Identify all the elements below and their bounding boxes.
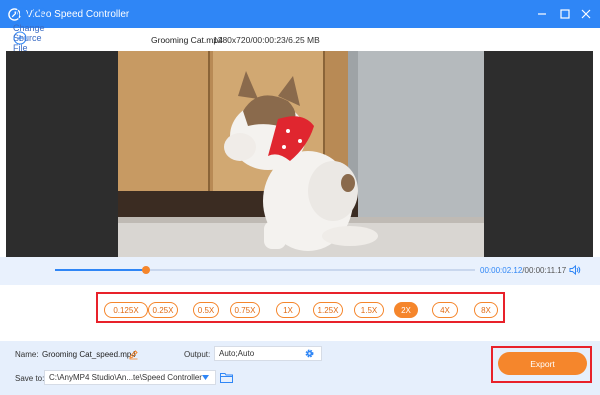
save-to-label: Save to:	[15, 374, 45, 383]
edit-pencil-icon[interactable]	[128, 349, 139, 360]
file-meta: 1280x720/00:00:23/6.25 MB	[213, 35, 320, 45]
video-frame	[118, 51, 484, 257]
chevron-down-icon	[201, 375, 209, 380]
title-bar: Video Speed Controller	[0, 0, 600, 28]
stop-button[interactable]	[33, 7, 46, 20]
speed-option-4x[interactable]: 4X	[432, 302, 458, 318]
speed-option-2x[interactable]: 2X	[394, 302, 418, 318]
close-button[interactable]	[578, 6, 594, 22]
progress-thumb[interactable]	[142, 266, 150, 274]
save-path-field[interactable]: C:\AnyMP4 Studio\An...te\Speed Controlle…	[44, 370, 216, 385]
minimize-icon	[538, 13, 546, 15]
speed-option-0-25x[interactable]: 0.25X	[148, 302, 178, 318]
folder-icon[interactable]	[220, 372, 233, 383]
speed-option-1x[interactable]: 1X	[276, 302, 300, 318]
pause-icon	[20, 11, 25, 16]
output-label: Output:	[184, 350, 211, 359]
speed-option-0-125x[interactable]: 0.125X	[104, 302, 148, 318]
total-time: /00:00:11.17	[522, 266, 567, 275]
speed-option-8x[interactable]: 8X	[474, 302, 498, 318]
output-name-value: Grooming Cat_speed.mp4	[42, 350, 136, 359]
export-button[interactable]: Export	[498, 352, 587, 375]
maximize-icon	[560, 9, 570, 19]
save-path-dropdown[interactable]	[195, 371, 215, 384]
current-time: 00:00:02.12	[480, 266, 523, 275]
progress-fill	[55, 269, 146, 271]
name-label: Name:	[15, 350, 39, 359]
time-display: 00:00:02.12/00:00:11.17	[480, 266, 566, 275]
speed-option-1-25x[interactable]: 1.25X	[313, 302, 343, 318]
change-source-label: Change Source File	[13, 23, 45, 53]
minimize-button[interactable]	[534, 6, 550, 22]
maximize-button[interactable]	[557, 6, 573, 22]
stop-icon	[37, 11, 42, 16]
speed-option-0-5x[interactable]: 0.5X	[193, 302, 219, 318]
close-icon	[581, 9, 591, 19]
change-source-button[interactable]: Change Source File	[13, 23, 45, 53]
speed-option-1-5x[interactable]: 1.5X	[354, 302, 384, 318]
speed-option-0-75x[interactable]: 0.75X	[230, 302, 260, 318]
speed-options-group: 0.125X 0.25X 0.5X 0.75X 1X 1.25X 1.5X 2X 4X 8X	[96, 292, 505, 323]
gear-icon[interactable]	[304, 348, 315, 359]
volume-icon[interactable]	[569, 264, 581, 276]
video-frame-image	[118, 51, 484, 257]
pause-button[interactable]	[16, 7, 29, 20]
file-info-bar: Change Source File Grooming Cat.mp4 1280…	[0, 23, 600, 53]
